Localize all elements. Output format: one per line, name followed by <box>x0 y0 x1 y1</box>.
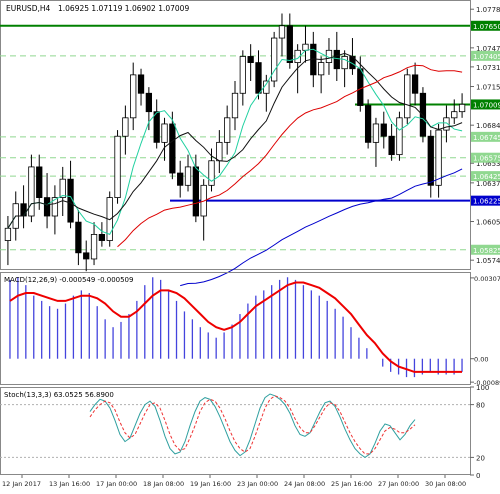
stoch-label: Stoch(13,3,3) 63.0525 56.8900 <box>4 391 114 399</box>
price-level-tag-label: 1.07650 <box>473 23 500 31</box>
price-y-tick-label: 1.06055 <box>476 219 500 227</box>
price-y-tick-label: 1.05740 <box>476 257 500 265</box>
chart-canvas: 1.077851.074701.073151.071551.068401.065… <box>0 0 500 490</box>
candle <box>397 112 402 161</box>
time-tick-label: 19 Jan 16:00 <box>190 480 231 488</box>
macd-label: MACD(12,26,9) -0.000549 -0.000509 <box>4 276 133 284</box>
candle-body <box>248 56 253 62</box>
stoch-y-tick-label: 0 <box>476 472 480 480</box>
candle-body <box>279 26 284 38</box>
candle-body <box>21 204 26 216</box>
candle-body <box>170 124 175 173</box>
price-level-tag-label: 1.07009 <box>473 101 500 109</box>
candle-body <box>373 124 378 142</box>
time-tick-label: 17 Jan 00:00 <box>96 480 137 488</box>
macd-y-tick-label: 0.00 <box>474 356 488 364</box>
price-level-tag-label: 1.06225 <box>473 198 500 206</box>
candle-body <box>36 167 41 198</box>
candle-body <box>60 179 65 197</box>
candle-body <box>303 44 308 50</box>
candle-body <box>177 173 182 185</box>
candle-body <box>138 75 143 93</box>
time-tick-label: 12 Jan 2017 <box>2 480 41 488</box>
stoch-y-tick-label: 80 <box>476 402 485 410</box>
candle <box>115 130 120 204</box>
candle-body <box>428 136 433 185</box>
candle-body <box>130 75 135 118</box>
candle-body <box>452 112 457 118</box>
candle-body <box>217 142 222 160</box>
candle-body <box>44 198 49 216</box>
candle-body <box>459 104 464 111</box>
candle-body <box>232 93 237 118</box>
price-y-tick-label: 1.07155 <box>476 84 500 92</box>
candle <box>271 32 276 87</box>
time-tick-label: 30 Jan 08:00 <box>425 480 466 488</box>
time-tick-label: 18 Jan 08:00 <box>143 480 184 488</box>
time-tick-label: 27 Jan 00:00 <box>378 480 419 488</box>
candle <box>365 99 370 148</box>
symbol-title: EURUSD,H4 <box>6 4 50 13</box>
candle-body <box>389 136 394 154</box>
time-tick-label: 24 Jan 08:00 <box>284 480 325 488</box>
stoch-y-tick-label: 20 <box>476 454 485 462</box>
candle-body <box>240 56 245 93</box>
candle-body <box>99 234 104 240</box>
candle-body <box>342 56 347 68</box>
candle-body <box>185 167 190 185</box>
time-tick-label: 23 Jan 00:00 <box>237 480 278 488</box>
candle-body <box>123 118 128 136</box>
candle-body <box>436 130 441 185</box>
time-tick-label: 25 Jan 16:00 <box>331 480 372 488</box>
candle-body <box>412 75 417 93</box>
price-level-tag-label: 1.07405 <box>473 53 500 61</box>
price-y-tick-label: 1.07315 <box>476 64 500 72</box>
candle-body <box>318 63 323 75</box>
candle-body <box>83 253 88 259</box>
candle-body <box>358 69 363 106</box>
candle-body <box>381 124 386 136</box>
candle-body <box>5 228 10 240</box>
stoch-y-tick-label: 100 <box>476 384 489 392</box>
ohlc-readout: 1.06925 1.07119 1.06902 1.07009 <box>58 4 189 13</box>
candle-body <box>287 26 292 63</box>
candle-body <box>224 118 229 143</box>
candle-body <box>256 63 261 94</box>
price-level-tag-label: 1.05825 <box>473 247 500 255</box>
chart-window: 1.077851.074701.073151.071551.068401.065… <box>0 0 500 490</box>
candle-body <box>115 136 120 197</box>
price-y-tick-label: 1.06840 <box>476 122 500 130</box>
candle-body <box>162 124 167 142</box>
price-level-tag-label: 1.06745 <box>473 134 500 142</box>
macd-y-tick-label: 0.003076 <box>474 275 500 283</box>
candle-body <box>334 50 339 68</box>
candle-body <box>193 167 198 216</box>
candle-body <box>154 112 159 143</box>
candle <box>405 69 410 124</box>
price-level-tag-label: 1.06575 <box>473 155 500 163</box>
price-level-tag-label: 1.06425 <box>473 173 500 181</box>
time-tick-label: 13 Jan 16:00 <box>49 480 90 488</box>
candle-body <box>91 234 96 259</box>
candle-body <box>29 167 34 216</box>
price-y-tick-label: 1.07785 <box>476 6 500 14</box>
candle-body <box>397 118 402 155</box>
candle-body <box>365 106 370 143</box>
candle-body <box>146 93 151 111</box>
candle-body <box>405 75 410 118</box>
candle-body <box>76 222 81 253</box>
